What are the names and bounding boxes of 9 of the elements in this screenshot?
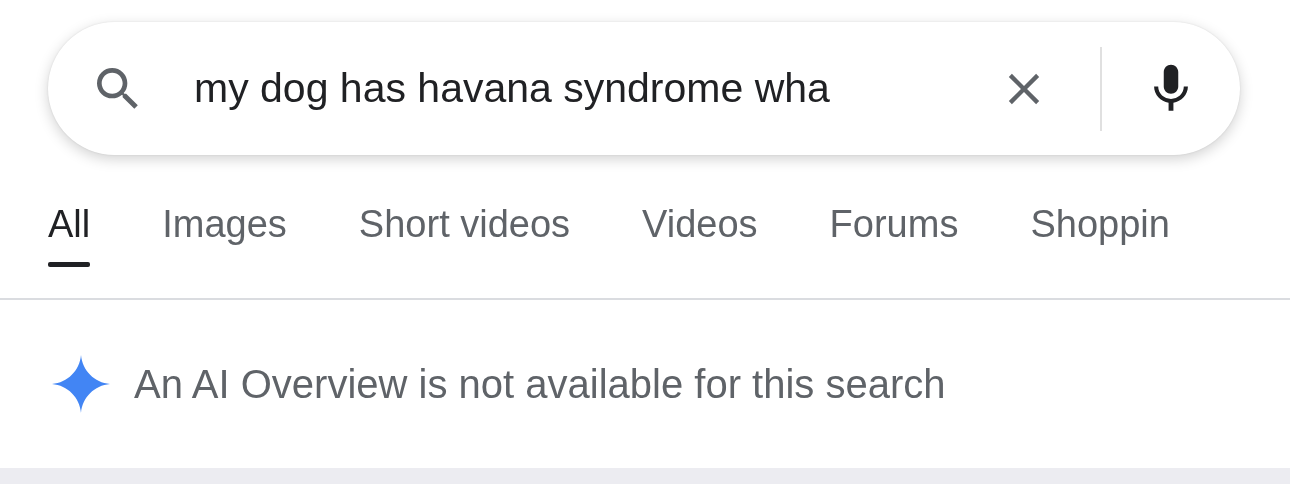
tab[interactable]: Short videos	[358, 155, 571, 298]
tab[interactable]: Shoppin	[1030, 155, 1170, 298]
tab[interactable]: Videos	[642, 155, 758, 298]
tab[interactable]: Forums	[829, 155, 959, 298]
ai-overview-notice: An AI Overview is not available for this search	[134, 361, 946, 407]
tab[interactable]: All	[48, 155, 91, 298]
sparkle-icon	[52, 355, 110, 413]
search-field[interactable]: my dog has havana syndrome wha	[194, 65, 978, 112]
tab[interactable]: Images	[162, 155, 287, 298]
